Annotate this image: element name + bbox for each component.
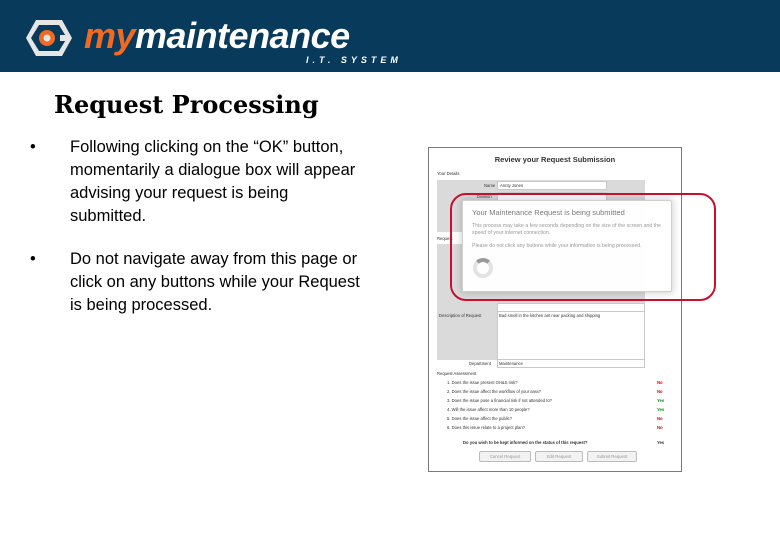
question-text: 5. Does the issue affect the public? xyxy=(447,416,513,421)
dialog-highlight-callout xyxy=(450,193,716,301)
answer-value: No xyxy=(657,380,663,385)
brand-maintenance: maintenance xyxy=(135,15,350,56)
bullet-item: • Following clicking on the “OK” button,… xyxy=(30,136,360,228)
description-value: Bad smell in the kitchen ant near packin… xyxy=(499,313,601,318)
brand-subtitle: I.T. SYSTEM xyxy=(306,55,402,65)
informed-question: Do you wish to be kept informed on the s… xyxy=(463,440,588,445)
answer-value: No xyxy=(657,389,663,394)
gear-logo-icon xyxy=(26,20,72,56)
question-text: 4. Will the issue affect more than 10 pe… xyxy=(447,407,530,412)
question-text: 2. Does the issue affect the workflow of… xyxy=(447,389,541,394)
brand-wordmark: mymaintenance xyxy=(84,16,350,56)
name-value: Annty Jones xyxy=(500,183,524,188)
answer-value: No xyxy=(657,425,663,430)
header-banner: mymaintenance I.T. SYSTEM xyxy=(0,0,780,72)
answer-value: No xyxy=(657,416,663,421)
name-label: Name xyxy=(484,183,496,188)
bullet-list: • Following clicking on the “OK” button,… xyxy=(30,136,360,337)
department-label: Department xyxy=(469,361,491,366)
answer-value: Yes xyxy=(657,407,665,412)
answer-value: Yes xyxy=(657,398,665,403)
edit-request-button[interactable]: Edit Request xyxy=(535,451,583,462)
slide-title: Request Processing xyxy=(54,90,319,119)
brand-my: my xyxy=(84,15,136,56)
description-field xyxy=(497,311,645,363)
description-label: Description of Request xyxy=(439,313,482,318)
assessment-heading: Request Assessment xyxy=(437,371,477,376)
bullet-item: • Do not navigate away from this page or… xyxy=(30,248,360,317)
bullet-dot: • xyxy=(30,250,36,268)
department-value: Maintenance xyxy=(499,361,523,366)
review-title: Review your Request Submission xyxy=(494,155,616,164)
question-text: 3. Does the issue pose a financial risk … xyxy=(447,398,552,403)
informed-answer: Yes xyxy=(657,440,665,445)
question-text: 6. Does this issue relate to a project p… xyxy=(447,425,525,430)
question-text: 1. Does the issue present OH&S risk? xyxy=(447,380,518,385)
bullet-dot: • xyxy=(30,138,36,156)
bullet-text: Following clicking on the “OK” button, m… xyxy=(70,138,356,225)
submit-request-button[interactable]: Submit Request xyxy=(587,451,637,462)
cancel-request-button[interactable]: Cancel Request xyxy=(479,451,531,462)
bullet-text: Do not navigate away from this page or c… xyxy=(70,250,360,314)
your-details-heading: Your Details xyxy=(437,171,460,176)
